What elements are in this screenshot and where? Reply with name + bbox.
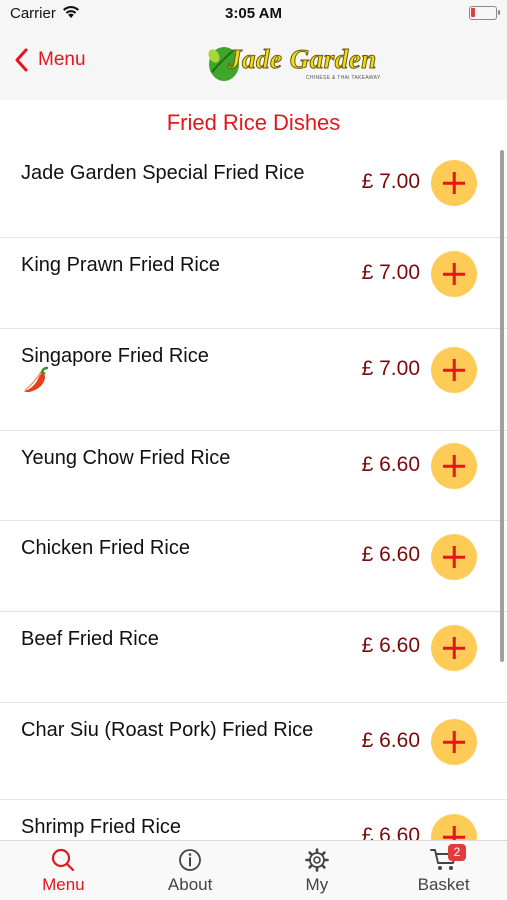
navigation-bar: Menu Jade Garden CHINESE & THAI TAKEAWAY — [0, 28, 507, 100]
tab-basket-label: Basket — [417, 875, 470, 894]
dish-name: King Prawn Fried Rice — [21, 254, 220, 276]
chili-pepper-icon — [24, 366, 49, 393]
list-item[interactable]: Singapore Fried Rice £ 7.00 — [0, 329, 507, 431]
tab-about[interactable]: About — [127, 841, 254, 900]
add-to-basket-button[interactable] — [431, 719, 477, 765]
dish-price: £ 6.60 — [361, 543, 420, 566]
tab-about-label: About — [167, 875, 213, 894]
list-item[interactable]: Shrimp Fried Rice £ 6.60 — [0, 800, 507, 840]
logo-text: Jade Garden — [228, 44, 377, 75]
add-to-basket-button[interactable] — [431, 160, 477, 206]
list-item[interactable]: Jade Garden Special Fried Rice £ 7.00 — [0, 146, 507, 238]
tab-menu[interactable]: Menu — [0, 841, 127, 900]
list-item[interactable]: Char Siu (Roast Pork) Fried Rice £ 6.60 — [0, 703, 507, 800]
dish-name: Beef Fried Rice — [21, 628, 159, 650]
dish-price: £ 6.60 — [361, 729, 420, 752]
list-item[interactable]: Chicken Fried Rice £ 6.60 — [0, 521, 507, 612]
tab-basket[interactable]: Basket — [380, 841, 507, 900]
basket-count-badge: 2 — [448, 844, 466, 861]
add-to-basket-button[interactable] — [431, 814, 477, 840]
clock: 3:05 AM — [225, 5, 282, 22]
add-to-basket-button[interactable] — [431, 251, 477, 297]
dish-name: Shrimp Fried Rice — [21, 816, 182, 838]
dish-name: Jade Garden Special Fried Rice — [21, 162, 305, 184]
logo-tagline: CHINESE & THAI TAKEAWAY — [306, 75, 381, 81]
status-bar: Carrier 3:05 AM — [0, 0, 507, 28]
add-to-basket-button[interactable] — [431, 443, 477, 489]
tab-bar: Menu About My Basket — [0, 840, 507, 900]
section-title: Fried Rice Dishes — [166, 110, 341, 135]
list-item[interactable]: Yeung Chow Fried Rice £ 6.60 — [0, 431, 507, 521]
chevron-left-icon — [15, 48, 28, 72]
dish-price: £ 7.00 — [361, 261, 420, 284]
dish-name: Yeung Chow Fried Rice — [21, 447, 231, 469]
dish-list[interactable]: Jade Garden Special Fried Rice £ 7.00 Ki… — [0, 146, 507, 840]
dish-price: £ 7.00 — [361, 357, 420, 380]
dish-price: £ 7.00 — [361, 170, 420, 193]
tab-menu-label: Menu — [42, 875, 85, 894]
add-to-basket-button[interactable] — [431, 625, 477, 671]
tab-my[interactable]: My — [254, 841, 381, 900]
dish-price: £ 6.60 — [361, 453, 420, 476]
info-icon — [179, 849, 202, 871]
back-button[interactable]: Menu — [14, 48, 86, 72]
add-to-basket-button[interactable] — [431, 347, 477, 393]
dish-name: Char Siu (Roast Pork) Fried Rice — [21, 719, 314, 741]
gear-icon — [305, 848, 329, 872]
tab-my-label: My — [305, 875, 329, 894]
battery-icon — [469, 6, 500, 20]
back-button-label: Menu — [38, 49, 86, 70]
dish-price: £ 6.60 — [361, 634, 420, 657]
dish-name: Chicken Fried Rice — [21, 537, 190, 559]
dish-name: Singapore Fried Rice — [21, 345, 209, 367]
jade-garden-logo: Jade Garden CHINESE & THAI TAKEAWAY — [206, 42, 390, 86]
search-icon — [52, 848, 75, 872]
add-to-basket-button[interactable] — [431, 534, 477, 580]
list-item[interactable]: King Prawn Fried Rice £ 7.00 — [0, 238, 507, 329]
scrollbar[interactable] — [500, 150, 504, 662]
list-item[interactable]: Beef Fried Rice £ 6.60 — [0, 612, 507, 703]
dish-price: £ 6.60 — [361, 824, 420, 840]
